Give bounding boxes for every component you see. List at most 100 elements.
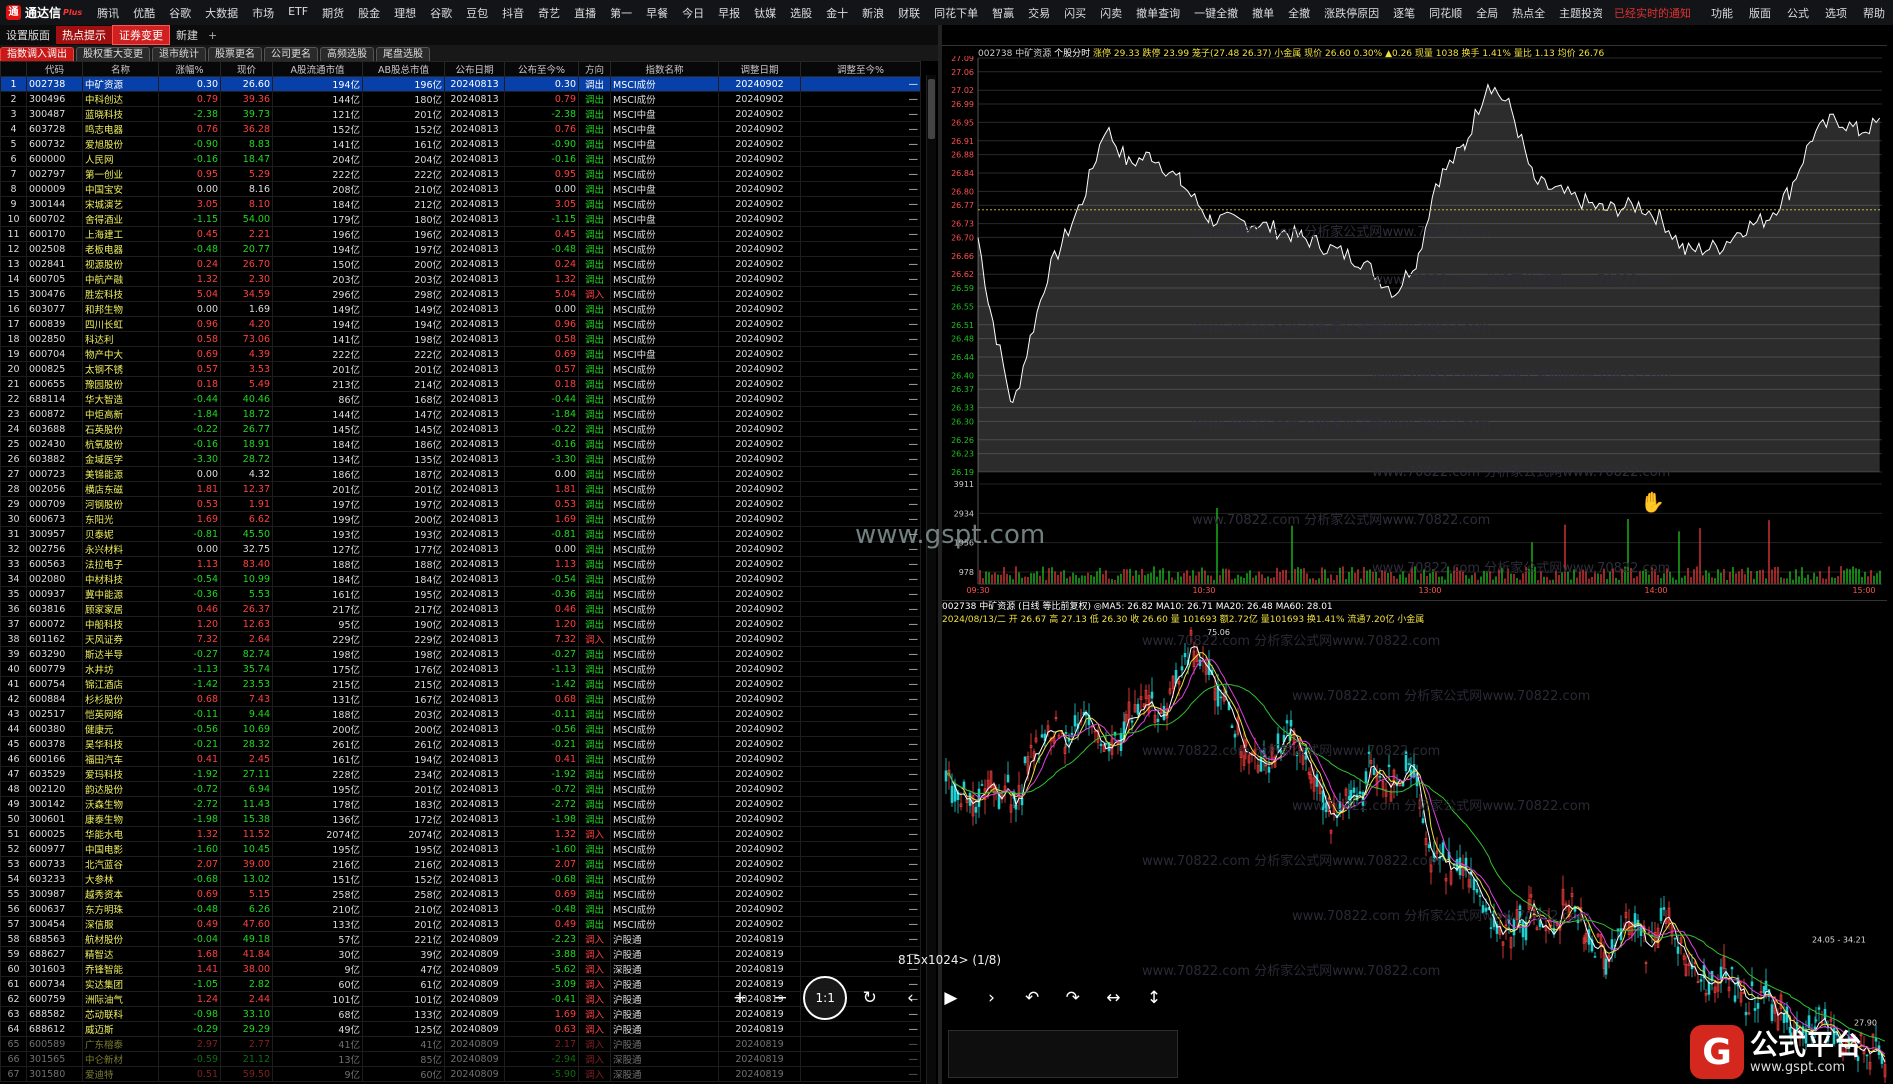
menu-item[interactable]: 智赢 (985, 5, 1021, 21)
menu-item[interactable]: 期货 (315, 5, 351, 21)
table-row[interactable]: 50 300601 康泰生物 -1.98 15.38 136亿 172亿 20240813 -1… (0, 811, 921, 827)
table-row[interactable]: 5 600732 爱旭股份 -0.90 8.83 141亿 161亿 20240813 -0.9… (0, 136, 921, 152)
tab-item[interactable]: 股权重大变更 (76, 47, 150, 61)
table-row[interactable]: 44 600380 健康元 -0.56 10.69 200亿 200亿 20240813 -0.… (0, 721, 921, 737)
menu-item[interactable]: 主题投资 (1552, 5, 1602, 21)
menu-item[interactable]: 同花下单 (927, 5, 985, 21)
table-row[interactable]: 20 000825 太钢不锈 0.57 3.53 201亿 201亿 20240813 0.57… (0, 361, 921, 377)
table-row[interactable]: 59 688627 精智达 1.68 41.84 30亿 39亿 20240809 -3.88 调… (0, 946, 921, 962)
rotate-icon[interactable]: ↻ (852, 980, 888, 1016)
menu-item[interactable]: 谷歌 (423, 5, 459, 21)
menu-item[interactable]: 新浪 (855, 5, 891, 21)
table-row[interactable]: 35 000937 冀中能源 -0.36 5.53 161亿 195亿 20240813 -0.… (0, 586, 921, 602)
table-row[interactable]: 2 300496 中科创达 0.79 39.36 144亿 180亿 20240813 0.79… (0, 91, 921, 107)
table-row[interactable]: 37 600072 中船科技 1.20 12.63 95亿 190亿 20240813 1.20… (0, 616, 921, 632)
column-header[interactable]: 方向 (578, 61, 611, 77)
table-row[interactable]: 15 300476 胜宏科技 5.04 34.59 296亿 298亿 20240813 5.0… (0, 286, 921, 302)
menu-item[interactable]: 谷歌 (162, 5, 198, 21)
zoom-out-icon[interactable]: − (763, 980, 799, 1016)
table-row[interactable]: 1 002738 中矿资源 0.30 26.60 194亿 196亿 20240813 0.30… (0, 76, 921, 92)
scrollbar-thumb[interactable] (928, 79, 935, 139)
column-header[interactable]: A股流通市值 (272, 61, 363, 77)
menu-item[interactable]: 豆包 (459, 5, 495, 21)
table-row[interactable]: 57 300454 深信服 0.49 47.60 133亿 201亿 20240813 0.49… (0, 916, 921, 932)
column-header[interactable] (0, 61, 27, 77)
table-row[interactable]: 16 603077 和邦生物 0.00 1.69 149亿 149亿 20240813 0.00… (0, 301, 921, 317)
column-header[interactable]: AB股总市值 (362, 61, 445, 77)
table-row[interactable]: 38 601162 天风证券 7.32 2.64 229亿 229亿 20240813 7.32… (0, 631, 921, 647)
one-to-one-button[interactable]: 1:1 (803, 976, 848, 1020)
menu-item[interactable]: 涨跌停原因 (1317, 5, 1386, 21)
table-row[interactable]: 53 600733 北汽蓝谷 2.07 39.00 216亿 216亿 20240813 2.0… (0, 856, 921, 872)
menu-right-item[interactable]: 版面 (1741, 5, 1779, 21)
table-row[interactable]: 11 600170 上海建工 0.45 2.21 196亿 196亿 20240813 0.45… (0, 226, 921, 242)
table-row[interactable]: 24 603688 石英股份 -0.22 26.77 145亿 145亿 20240813 -0… (0, 421, 921, 437)
fit-height-icon[interactable]: ↕ (1136, 980, 1172, 1016)
menu-item[interactable]: 闪买 (1057, 5, 1093, 21)
table-row[interactable]: 64 688612 威迈斯 -0.29 29.29 49亿 125亿 20240809 0.63… (0, 1021, 921, 1037)
hot-tips-button[interactable]: 热点提示 (56, 26, 112, 44)
table-row[interactable]: 46 600166 福田汽车 0.41 2.45 161亿 194亿 20240813 0.41… (0, 751, 921, 767)
undo-icon[interactable]: ↶ (1014, 980, 1050, 1016)
menu-right-item[interactable]: 功能 (1703, 5, 1741, 21)
table-row[interactable]: 26 603882 金域医学 -3.30 28.72 134亿 135亿 20240813 -3… (0, 451, 921, 467)
play-icon[interactable]: ▶ (933, 980, 969, 1016)
table-row[interactable]: 9 300144 宋城演艺 3.05 8.10 184亿 212亿 20240813 3.05 调… (0, 196, 921, 212)
table-row[interactable]: 36 603816 顾家家居 0.46 26.37 217亿 217亿 20240813 0.4… (0, 601, 921, 617)
table-row[interactable]: 42 600884 杉杉股份 0.68 7.43 131亿 167亿 20240813 0.68… (0, 691, 921, 707)
column-header[interactable]: 公布至今% (504, 61, 579, 77)
menu-item[interactable]: 理想 (387, 5, 423, 21)
table-row[interactable]: 58 688563 航材股份 -0.04 49.18 57亿 221亿 20240809 -2.… (0, 931, 921, 947)
list-scrollbar[interactable] (926, 75, 936, 1084)
table-row[interactable]: 56 600637 东方明珠 -0.48 6.26 210亿 210亿 20240813 -0.… (0, 901, 921, 917)
column-header[interactable]: 名称 (82, 61, 159, 77)
table-row[interactable]: 17 600839 四川长虹 0.96 4.20 194亿 194亿 20240813 0.96… (0, 316, 921, 332)
column-header[interactable]: 代码 (26, 61, 83, 77)
table-row[interactable]: 29 000709 河钢股份 0.53 1.91 197亿 197亿 20240813 0.53… (0, 496, 921, 512)
menu-item[interactable]: 今日 (675, 5, 711, 21)
column-header[interactable]: 指数名称 (610, 61, 719, 77)
tab-item[interactable]: 指数调入调出 (0, 47, 74, 61)
table-row[interactable]: 12 002508 老板电器 -0.48 20.77 194亿 197亿 20240813 -0… (0, 241, 921, 257)
column-header[interactable]: 涨幅% (158, 61, 221, 77)
menu-item[interactable]: 钛媒 (747, 5, 783, 21)
table-row[interactable]: 49 300142 沃森生物 -2.72 11.43 178亿 183亿 20240813 -2… (0, 796, 921, 812)
menu-alert[interactable]: 已经实时的通知 (1602, 5, 1703, 21)
table-row[interactable]: 6 600000 人民网 -0.16 18.47 204亿 204亿 20240813 -0.1… (0, 151, 921, 167)
table-row[interactable]: 54 603233 大参林 -0.68 13.02 151亿 152亿 20240813 -0.… (0, 871, 921, 887)
table-row[interactable]: 3 300487 蓝晓科技 -2.38 39.73 121亿 201亿 20240813 -2.… (0, 106, 921, 122)
table-row[interactable]: 66 301565 中仑新材 -0.59 21.12 13亿 85亿 20240809 -2.9… (0, 1051, 921, 1067)
menu-item[interactable]: 交易 (1021, 5, 1057, 21)
table-row[interactable]: 7 002797 第一创业 0.95 5.29 222亿 222亿 20240813 0.95 调… (0, 166, 921, 182)
menu-item[interactable]: 闪卖 (1093, 5, 1129, 21)
table-row[interactable]: 41 600754 锦江酒店 -1.42 23.53 215亿 215亿 20240813 -1… (0, 676, 921, 692)
menu-item[interactable]: 优酷 (126, 5, 162, 21)
menu-right-item[interactable]: 公式 (1779, 5, 1817, 21)
table-row[interactable]: 27 000723 美锦能源 0.00 4.32 186亿 187亿 20240813 0.00… (0, 466, 921, 482)
security-change-tab[interactable]: 证券变更 (112, 25, 170, 45)
table-row[interactable]: 31 300957 贝泰妮 -0.81 45.50 193亿 193亿 20240813 -0.… (0, 526, 921, 542)
table-row[interactable]: 30 600673 东阳光 1.69 6.62 199亿 200亿 20240813 1.69 调… (0, 511, 921, 527)
column-header[interactable]: 调整日期 (718, 61, 801, 77)
menu-item[interactable]: 腾讯 (90, 5, 126, 21)
table-row[interactable]: 19 600704 物产中大 0.69 4.39 222亿 222亿 20240813 0.69… (0, 346, 921, 362)
table-row[interactable]: 32 002756 永兴材料 0.00 32.75 127亿 177亿 20240813 0.0… (0, 541, 921, 557)
menu-item[interactable]: 股金 (351, 5, 387, 21)
table-row[interactable]: 8 000009 中国宝安 0.00 8.16 208亿 210亿 20240813 0.00 调… (0, 181, 921, 197)
tab-item[interactable]: 退市统计 (152, 47, 206, 61)
menu-item[interactable]: 奇艺 (531, 5, 567, 21)
layout-settings-button[interactable]: 设置版面 (0, 27, 56, 43)
intraday-chart[interactable]: 27.09 27.06 27.02 26.99 26.95 26.91 26.88 26.84… (942, 56, 1887, 596)
column-header[interactable]: 公布日期 (444, 61, 505, 77)
menu-item[interactable]: 市场 (245, 5, 281, 21)
column-header[interactable]: 现价 (220, 61, 273, 77)
table-row[interactable]: 65 600589 广东榕泰 2.97 2.77 41亿 41亿 20240809 2.17 调入… (0, 1036, 921, 1052)
zoom-in-icon[interactable]: + (722, 980, 758, 1016)
menu-item[interactable]: 全局 (1469, 5, 1505, 21)
tab-item[interactable]: 股票更名 (208, 47, 262, 61)
menu-item[interactable]: 逐笔 (1386, 5, 1422, 21)
table-row[interactable]: 40 600779 水井坊 -1.13 35.74 175亿 176亿 20240813 -1.… (0, 661, 921, 677)
menu-item[interactable]: 早餐 (639, 5, 675, 21)
new-button[interactable]: 新建 (170, 27, 204, 43)
menu-right-item[interactable]: 帮助 (1855, 5, 1893, 21)
